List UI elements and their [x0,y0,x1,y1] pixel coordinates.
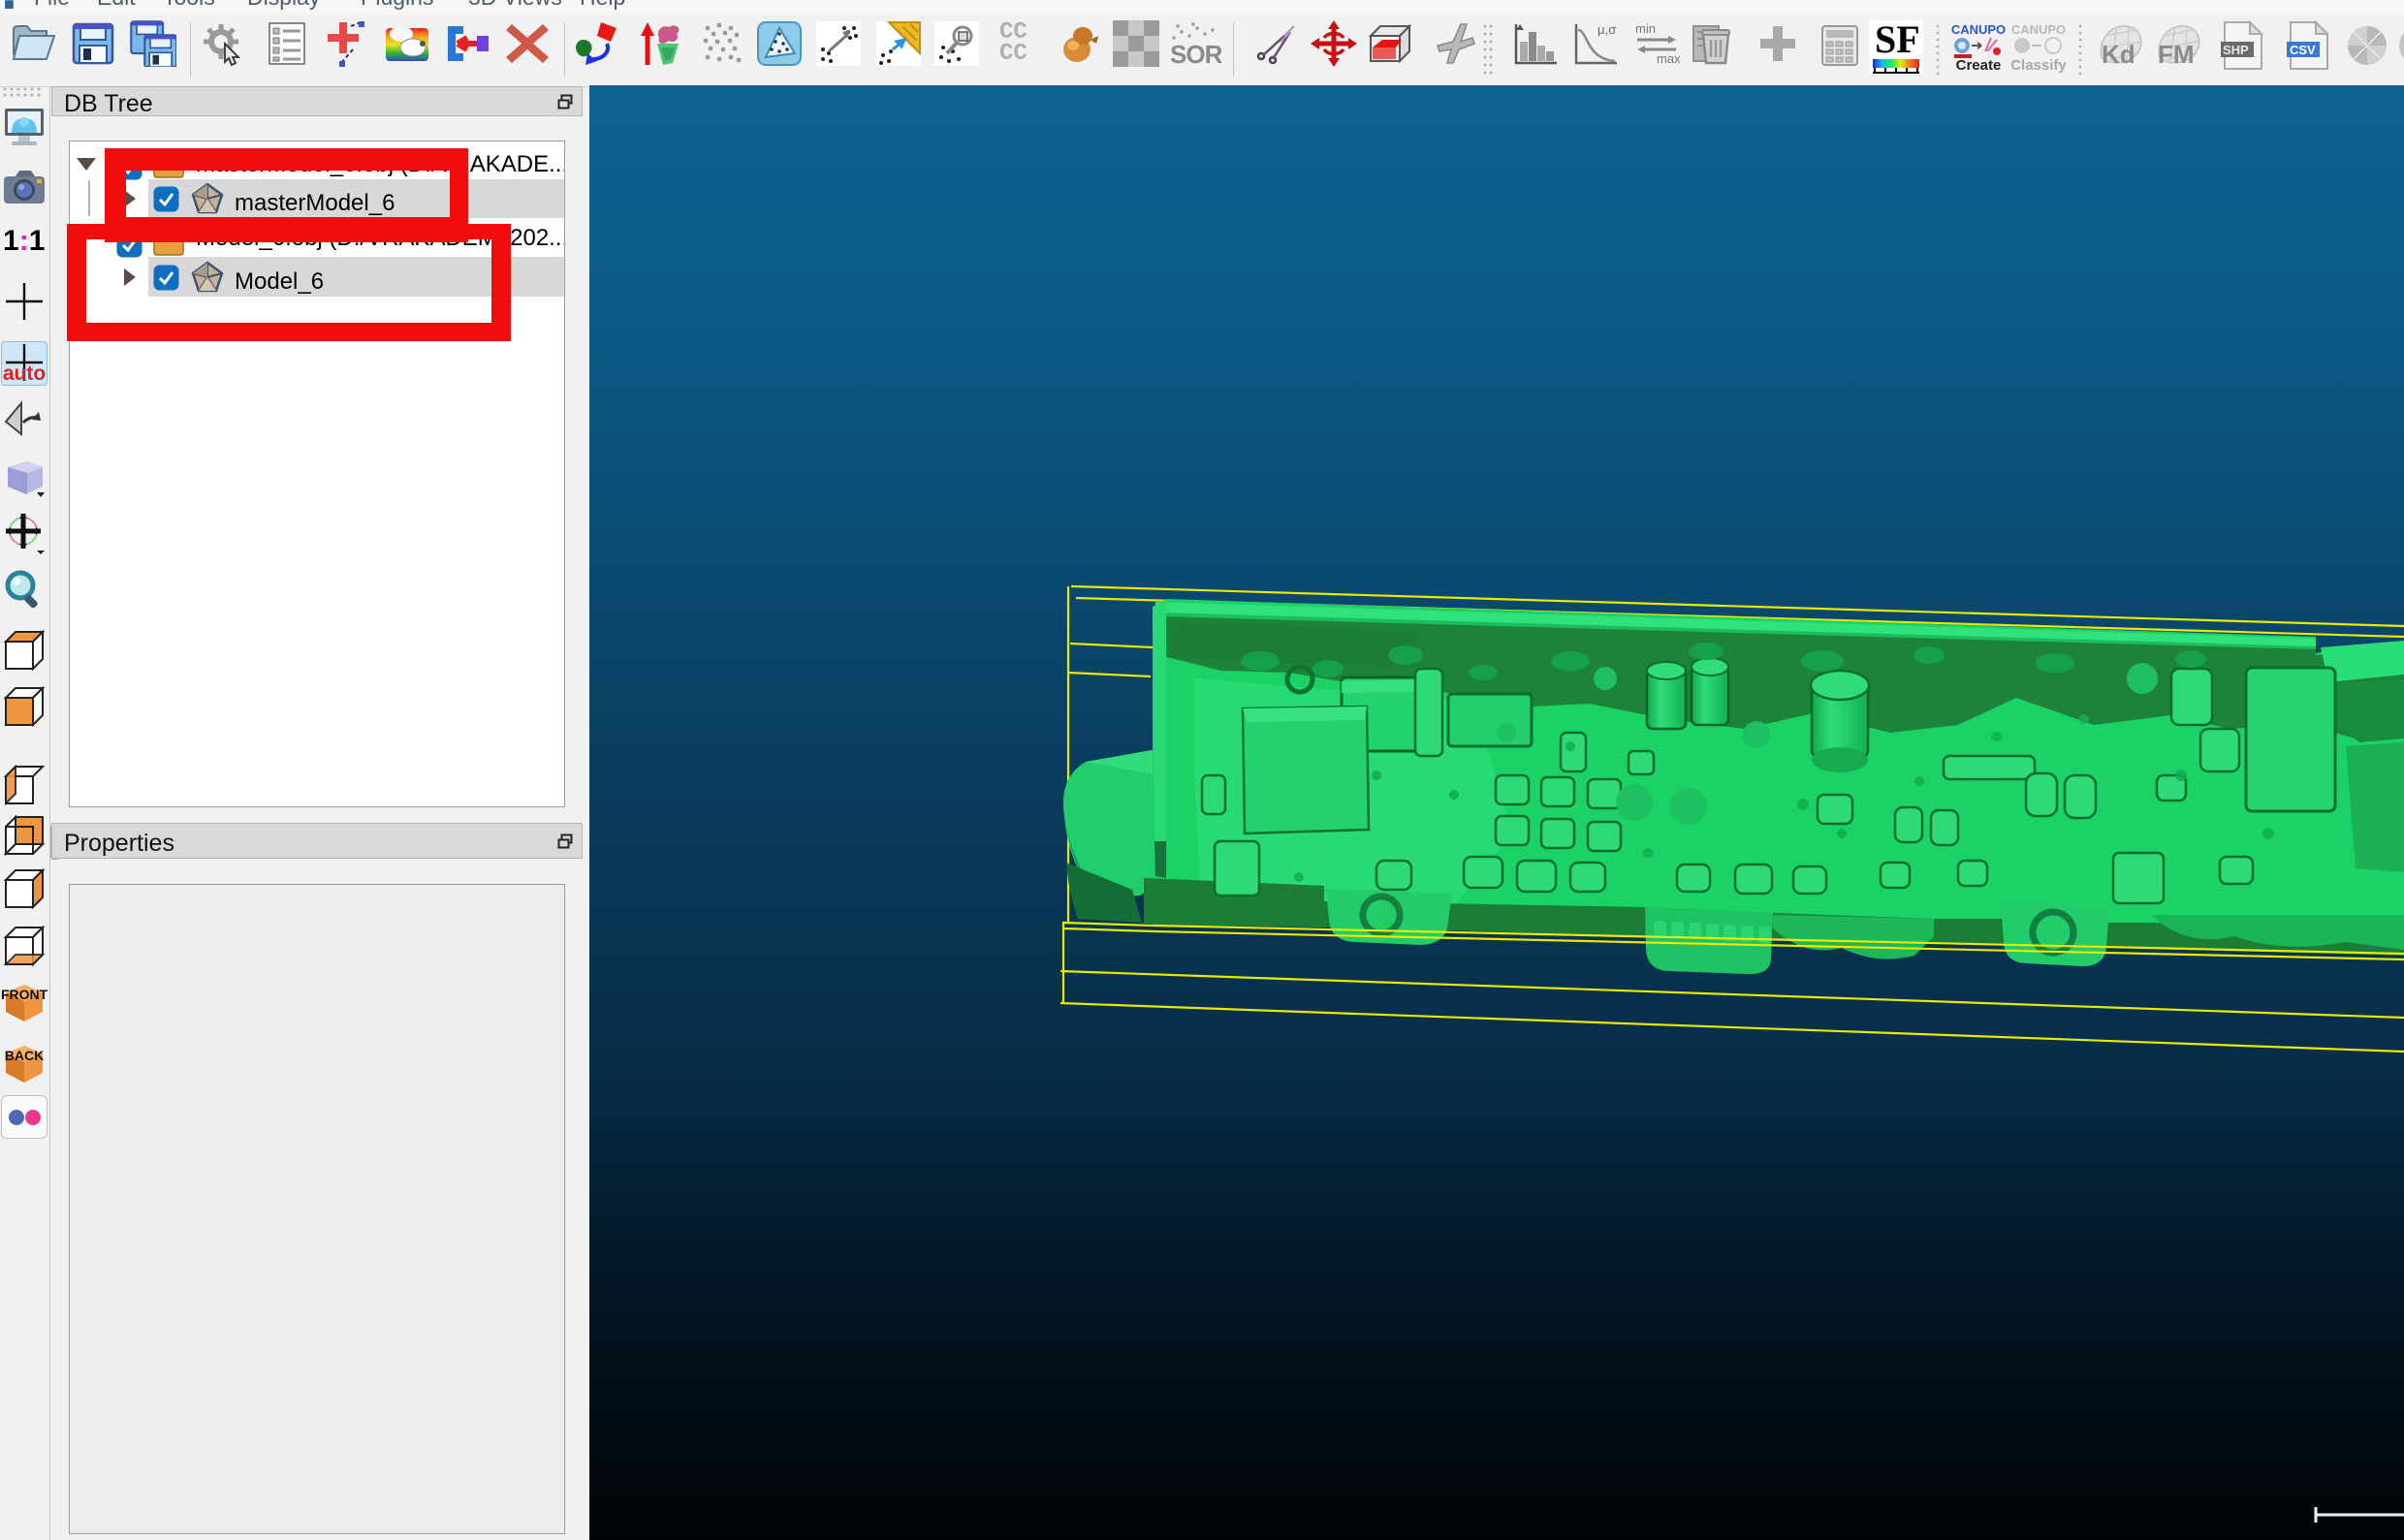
svg-text:SHP: SHP [2223,43,2249,57]
svg-text:Kd: Kd [2102,40,2135,69]
svg-text:min: min [1635,21,1656,36]
svg-text:CSV: CSV [2290,43,2316,57]
svg-text:max: max [1657,51,1680,66]
svg-text:μ,σ: μ,σ [1597,22,1616,37]
svg-text:FM: FM [2158,40,2195,69]
